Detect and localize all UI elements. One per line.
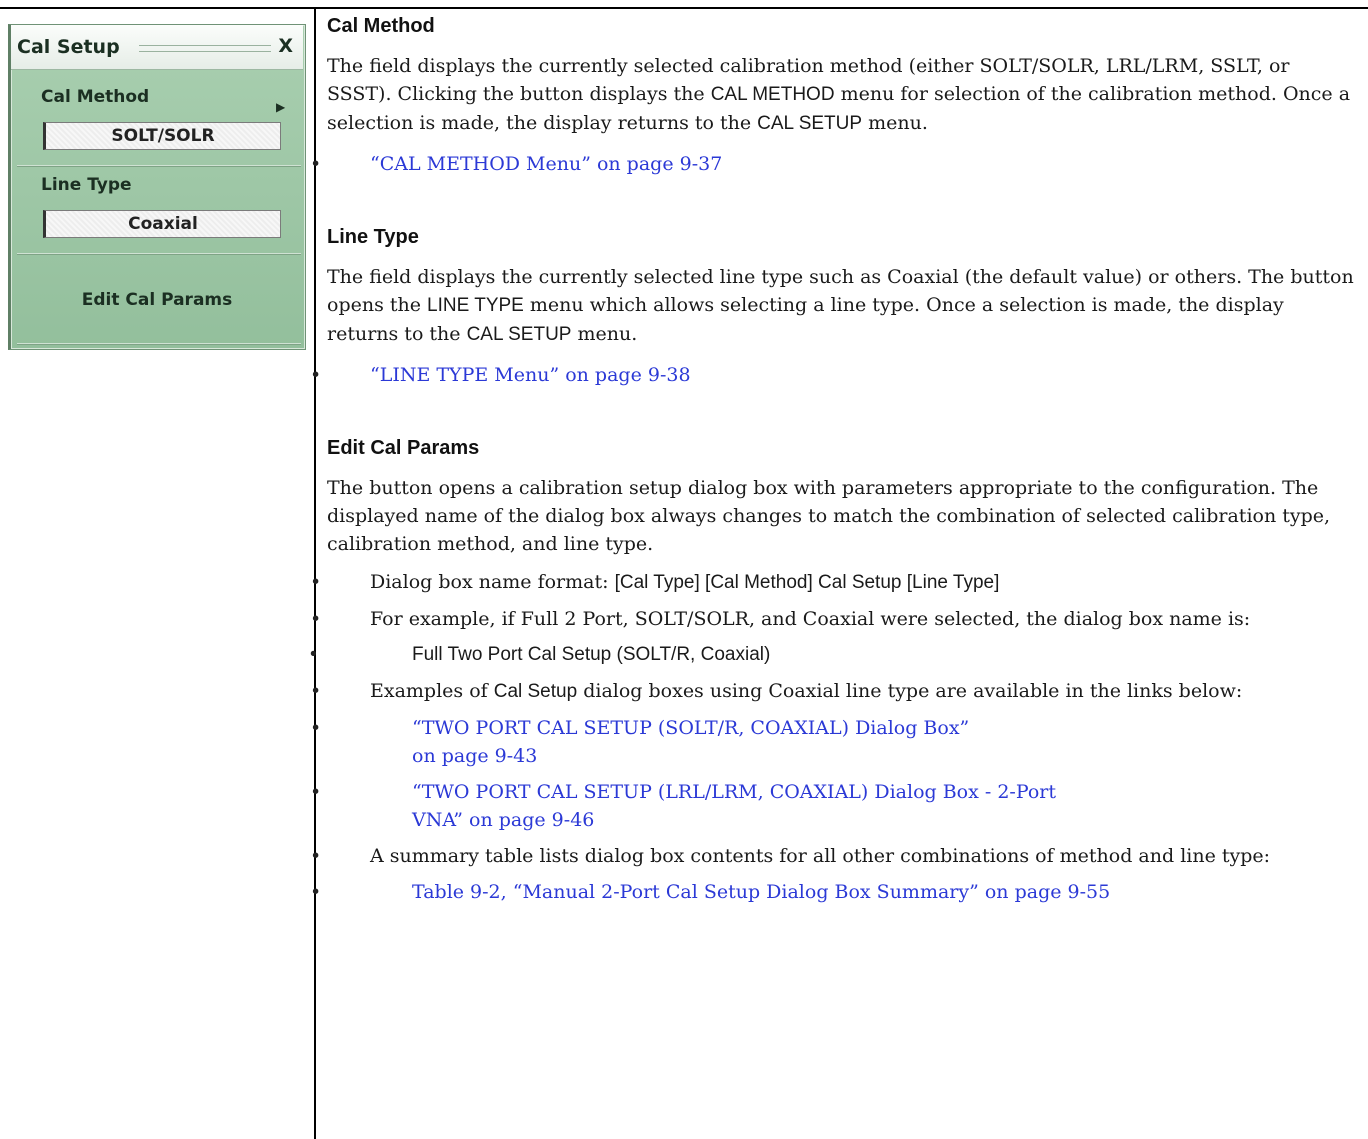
- list-item: Table 9-2, “Manual 2-Port Cal Setup Dial…: [310, 878, 1357, 906]
- submenu-arrow-icon: ▶: [276, 100, 286, 114]
- list-item: Examples of Cal Setup dialog boxes using…: [310, 677, 1357, 706]
- line-type-label: Line Type: [41, 175, 132, 195]
- cal-method-description: The field displays the currently selecte…: [327, 55, 1351, 134]
- cal-method-field: SOLT/SOLR: [43, 122, 281, 150]
- title-bar-line: [139, 45, 271, 52]
- line-type-field: Coaxial: [43, 210, 281, 238]
- summary-table-link[interactable]: Table 9-2, “Manual 2-Port Cal Setup Dial…: [412, 881, 1110, 903]
- lrl-coaxial-dialog-link[interactable]: “TWO PORT CAL SETUP (LRL/LRM, COAXIAL) D…: [412, 781, 1056, 831]
- description-column: Cal Method The field displays the curren…: [310, 10, 1357, 906]
- list-item: “TWO PORT CAL SETUP (LRL/LRM, COAXIAL) D…: [310, 778, 1357, 834]
- line-type-menu-link[interactable]: “LINE TYPE Menu” on page 9-38: [370, 364, 691, 386]
- list-item: A summary table lists dialog box content…: [310, 842, 1357, 870]
- close-icon[interactable]: X: [278, 35, 293, 57]
- cal-setup-menu: Cal Setup X Cal Method ▶ SOLT/SOLR Line …: [8, 24, 306, 350]
- list-item: Full Two Port Cal Setup (SOLT/R, Coaxial…: [310, 641, 1357, 669]
- cal-method-label: Cal Method: [41, 87, 150, 107]
- list-item: Dialog box name format: [Cal Type] [Cal …: [310, 568, 1357, 597]
- section-heading-line-type: Line Type: [327, 226, 419, 248]
- section-heading-edit-cal-params: Edit Cal Params: [327, 437, 480, 459]
- edit-cal-params-button[interactable]: Edit Cal Params: [11, 290, 303, 310]
- menu-title-bar: Cal Setup X: [11, 25, 303, 70]
- list-item: “LINE TYPE Menu” on page 9-38: [310, 361, 1357, 389]
- menu-separator: [17, 343, 301, 345]
- list-item: For example, if Full 2 Port, SOLT/SOLR, …: [310, 605, 1357, 633]
- top-rule: [0, 7, 1368, 9]
- solt-coaxial-dialog-link[interactable]: “TWO PORT CAL SETUP (SOLT/R, COAXIAL) Di…: [412, 717, 969, 767]
- menu-separator: [17, 253, 301, 255]
- cal-method-menu-link[interactable]: “CAL METHOD Menu” on page 9-37: [370, 153, 722, 175]
- list-item: “CAL METHOD Menu” on page 9-37: [310, 150, 1357, 178]
- line-type-description: The field displays the currently selecte…: [327, 266, 1354, 345]
- section-heading-cal-method: Cal Method: [327, 15, 435, 37]
- menu-title: Cal Setup: [17, 36, 120, 58]
- menu-separator: [17, 165, 301, 167]
- list-item: “TWO PORT CAL SETUP (SOLT/R, COAXIAL) Di…: [310, 714, 1357, 770]
- edit-cal-params-description: The button opens a calibration setup dia…: [327, 477, 1331, 555]
